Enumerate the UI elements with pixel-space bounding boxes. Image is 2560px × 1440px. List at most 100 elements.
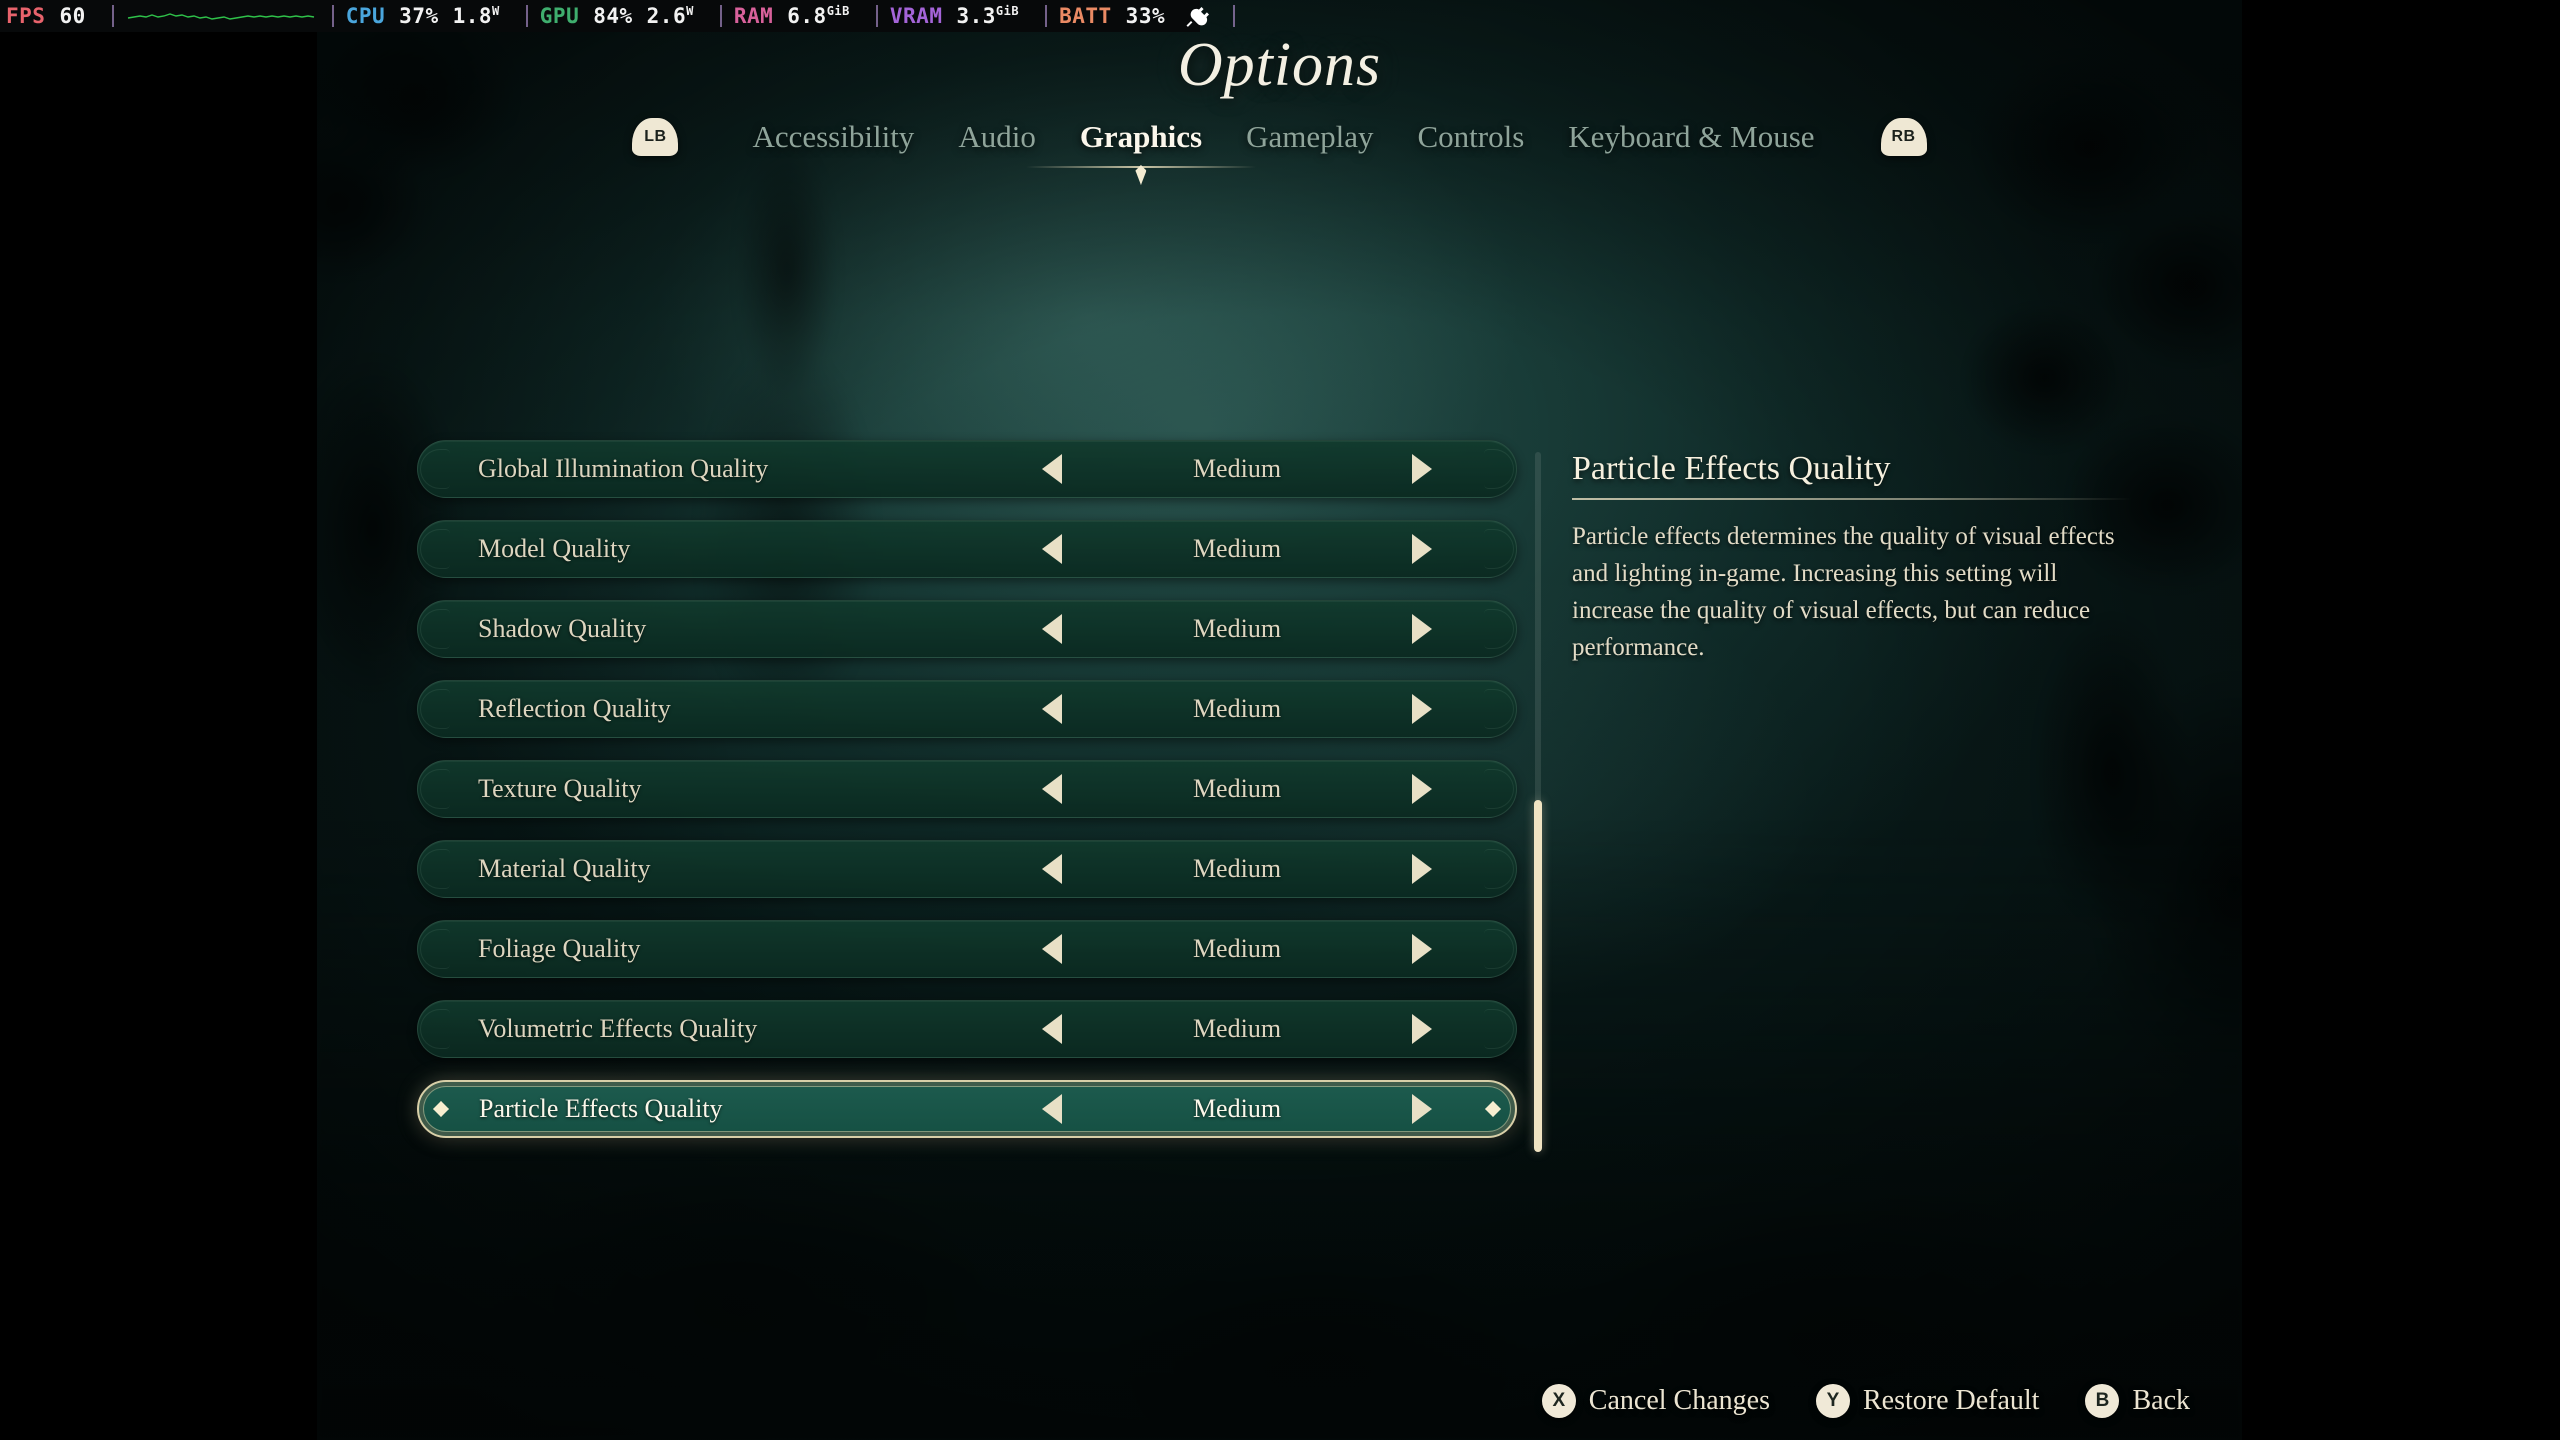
description-title: Particle Effects Quality (1572, 450, 1891, 487)
perf-group-fps: FPS 60 (6, 4, 346, 28)
perf-divider (111, 5, 114, 27)
row-endcap-left (420, 449, 450, 489)
increment-arrow-icon[interactable] (1402, 612, 1442, 646)
perf-group-vram: VRAM 3.3GiB (890, 4, 1059, 28)
description-panel: Particle Effects Quality Particle effect… (1572, 450, 2132, 666)
decrement-arrow-icon[interactable] (1032, 692, 1072, 726)
vram-unit: GiB (995, 4, 1020, 18)
tab-graphics[interactable]: Graphics (1058, 115, 1224, 159)
setting-label: Global Illumination Quality (478, 454, 769, 483)
increment-arrow-icon[interactable] (1402, 772, 1442, 806)
tab-accessibility[interactable]: Accessibility (730, 115, 936, 159)
row-endcap-left (420, 609, 450, 649)
increment-arrow-icon[interactable] (1402, 692, 1442, 726)
setting-control: Medium (959, 1092, 1515, 1126)
setting-value: Medium (1192, 454, 1282, 483)
setting-label: Volumetric Effects Quality (478, 1014, 758, 1043)
setting-label: Model Quality (478, 534, 631, 563)
selection-nub-left (433, 1101, 449, 1117)
perf-divider (525, 5, 528, 27)
decrement-arrow-icon[interactable] (1032, 532, 1072, 566)
fps-value: 60 (59, 4, 86, 28)
setting-value: Medium (1192, 614, 1282, 643)
cpu-watts: 1.8W (452, 4, 500, 28)
setting-control: Medium (958, 532, 1516, 566)
row-endcap-left (420, 529, 450, 569)
decrement-arrow-icon[interactable] (1032, 1092, 1072, 1126)
setting-row[interactable]: Shadow Quality Medium (417, 600, 1517, 658)
perf-divider (1233, 5, 1236, 27)
battery-label: BATT (1059, 4, 1112, 28)
setting-label: Shadow Quality (478, 614, 647, 643)
fps-sparkline-graph (127, 13, 314, 20)
decrement-arrow-icon[interactable] (1032, 852, 1072, 886)
ram-label: RAM (733, 4, 774, 28)
decrement-arrow-icon[interactable] (1032, 452, 1072, 486)
perf-group-cpu: CPU 37% 1.8W (346, 4, 540, 28)
increment-arrow-icon[interactable] (1402, 1012, 1442, 1046)
ram-value: 6.8GiB (787, 4, 850, 28)
setting-row[interactable]: Reflection Quality Medium (417, 680, 1517, 738)
decrement-arrow-icon[interactable] (1032, 932, 1072, 966)
decrement-arrow-icon[interactable] (1032, 612, 1072, 646)
perf-divider (1045, 5, 1048, 27)
plug-icon (1186, 7, 1210, 27)
setting-row[interactable]: Particle Effects Quality Medium (417, 1080, 1517, 1138)
setting-control: Medium (958, 932, 1516, 966)
increment-arrow-icon[interactable] (1402, 852, 1442, 886)
setting-control: Medium (958, 772, 1516, 806)
tab-bar: LB Accessibility Audio Graphics Gameplay Con… (317, 115, 2242, 185)
gpu-label: GPU (539, 4, 580, 28)
setting-value: Medium (1192, 1014, 1282, 1043)
tab-keyboard-mouse[interactable]: Keyboard & Mouse (1546, 115, 1836, 159)
description-body: Particle effects determines the quality … (1572, 523, 2115, 661)
shoulder-button-rb[interactable]: RB (1880, 118, 1927, 156)
setting-control: Medium (958, 452, 1516, 486)
action-label: Cancel Changes (1588, 1385, 1770, 1416)
increment-arrow-icon[interactable] (1402, 452, 1442, 486)
tab-gameplay[interactable]: Gameplay (1224, 115, 1395, 159)
tab-audio[interactable]: Audio (936, 115, 1058, 159)
action-bar: X Cancel Changes Y Restore Default B Back (1541, 1384, 2190, 1418)
setting-value: Medium (1192, 934, 1282, 963)
setting-label: Particle Effects Quality (479, 1094, 723, 1123)
gpu-percent: 84% (593, 4, 633, 28)
action-cancel-changes[interactable]: X Cancel Changes (1541, 1384, 1770, 1418)
setting-row[interactable]: Texture Quality Medium (417, 760, 1517, 818)
setting-row[interactable]: Material Quality Medium (417, 840, 1517, 898)
setting-value: Medium (1192, 854, 1282, 883)
ram-unit: GiB (826, 4, 850, 18)
setting-row[interactable]: Model Quality Medium (417, 520, 1517, 578)
setting-value: Medium (1192, 694, 1282, 723)
decrement-arrow-icon[interactable] (1032, 772, 1072, 806)
action-restore-default[interactable]: Y Restore Default (1815, 1384, 2039, 1418)
action-back[interactable]: B Back (2085, 1384, 2190, 1418)
row-endcap-left (420, 689, 450, 729)
shoulder-button-lb[interactable]: LB (632, 118, 679, 156)
setting-label: Foliage Quality (478, 934, 641, 963)
setting-row[interactable]: Global Illumination Quality Medium (417, 440, 1517, 498)
increment-arrow-icon[interactable] (1402, 1092, 1442, 1126)
settings-scrollbar[interactable] (1534, 452, 1542, 1152)
description-divider (1572, 498, 2132, 500)
setting-control: Medium (958, 612, 1516, 646)
increment-arrow-icon[interactable] (1402, 532, 1442, 566)
setting-control: Medium (958, 852, 1516, 886)
game-viewport: Options LB Accessibility Audio Graphics Gam… (317, 0, 2242, 1440)
vram-value: 3.3GiB (956, 4, 1020, 28)
setting-row[interactable]: Volumetric Effects Quality Medium (417, 1000, 1517, 1058)
perf-divider (875, 5, 878, 27)
performance-overlay: FPS 60 CPU 37% 1.8W GPU 84% 2.6W RAM 6.8… (0, 0, 1236, 32)
settings-list: Global Illumination Quality Medium Model Q… (417, 440, 1517, 1160)
vram-label: VRAM (889, 4, 943, 28)
scrollbar-thumb[interactable] (1534, 800, 1542, 1152)
setting-label: Material Quality (478, 854, 651, 883)
increment-arrow-icon[interactable] (1402, 932, 1442, 966)
decrement-arrow-icon[interactable] (1032, 1012, 1072, 1046)
setting-control: Medium (958, 692, 1516, 726)
tab-controls[interactable]: Controls (1396, 115, 1547, 159)
row-endcap-left (420, 769, 450, 809)
setting-row[interactable]: Foliage Quality Medium (417, 920, 1517, 978)
setting-value: Medium (1192, 774, 1282, 803)
perf-group-gpu: GPU 84% 2.6W (540, 4, 734, 28)
